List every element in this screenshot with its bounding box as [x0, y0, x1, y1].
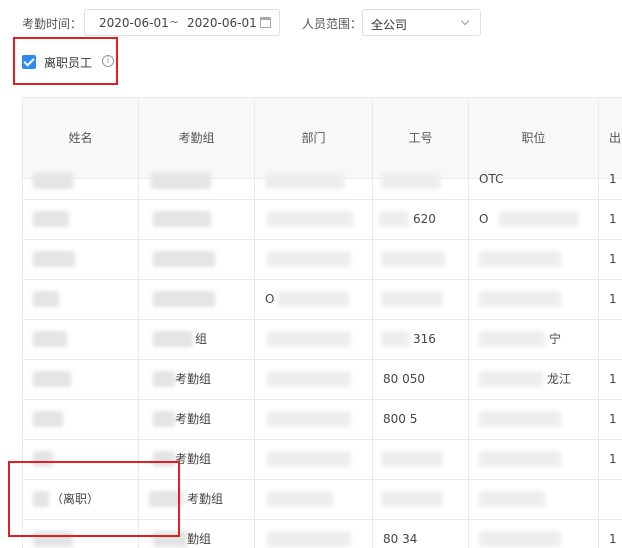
cell-name — [23, 519, 139, 548]
cell-id — [373, 439, 469, 479]
cell-name — [23, 439, 139, 479]
cell-id — [373, 159, 469, 199]
date-end[interactable]: 2020-06-01 — [187, 16, 257, 30]
cell-dept — [255, 359, 373, 399]
cell-group: 组 — [139, 319, 255, 359]
cell-id: 800 5 — [373, 399, 469, 439]
cell-last: 1 — [599, 199, 622, 239]
cell-group: 考勤组 — [139, 479, 255, 519]
cell-group: 考勤组 — [139, 399, 255, 439]
table-row[interactable]: OTC 1 — [23, 159, 622, 200]
cell-id — [373, 239, 469, 279]
cell-dept — [255, 159, 373, 199]
cell-id: 620 — [373, 199, 469, 239]
cell-position — [469, 439, 599, 479]
cell-name — [23, 319, 139, 359]
date-start[interactable]: 2020-06-01 — [99, 16, 169, 30]
table-row[interactable]: 勤组 80 34 1 — [23, 519, 622, 548]
cell-dept — [255, 439, 373, 479]
cell-name — [23, 359, 139, 399]
cell-id: 316 — [373, 319, 469, 359]
scope-label: 人员范围： — [302, 17, 363, 31]
filter-bar: 考勤时间： 2020-06-01 ~ 2020-06-01 人员范围： 全公司 — [0, 0, 622, 48]
table-row[interactable]: 考勤组 800 5 1 — [23, 399, 622, 440]
table-row[interactable]: 组 316 宁 — [23, 319, 622, 360]
cell-dept — [255, 399, 373, 439]
cell-group — [139, 199, 255, 239]
cell-name — [23, 279, 139, 319]
cell-dept — [255, 319, 373, 359]
resigned-checkbox[interactable] — [22, 55, 36, 69]
cell-group: 考勤组 — [139, 359, 255, 399]
cell-dept: O — [255, 279, 373, 319]
scope-select[interactable]: 全公司 — [362, 9, 481, 36]
date-range-picker[interactable]: 2020-06-01 ~ 2020-06-01 — [84, 9, 280, 36]
cell-id — [373, 479, 469, 519]
cell-position — [469, 399, 599, 439]
cell-dept — [255, 239, 373, 279]
cell-position — [469, 239, 599, 279]
cell-id: 80 34 — [373, 519, 469, 548]
cell-position: 宁 — [469, 319, 599, 359]
cell-dept — [255, 479, 373, 519]
cell-group: 勤组 — [139, 519, 255, 548]
table-row[interactable]: 考勤组 1 — [23, 439, 622, 480]
table-row[interactable]: 1 — [23, 239, 622, 280]
attendance-table: 姓名 考勤组 部门 工号 职位 出 OTC 1 620 O 1 1 O 1 组 … — [22, 97, 622, 548]
cell-group: 考勤组 — [139, 439, 255, 479]
cell-dept — [255, 199, 373, 239]
cell-last: 1 — [599, 239, 622, 279]
cell-name — [23, 159, 139, 199]
cell-position: 龙江 — [469, 359, 599, 399]
calendar-icon[interactable] — [260, 17, 271, 28]
table-row-resigned[interactable]: （离职） 考勤组 — [23, 479, 622, 520]
cell-name: （离职） — [23, 479, 139, 519]
resigned-label[interactable]: 离职员工 — [44, 54, 92, 71]
cell-group — [139, 159, 255, 199]
date-separator: ~ — [169, 15, 180, 29]
table-row[interactable]: O 1 — [23, 279, 622, 320]
cell-position: OTC — [469, 159, 599, 199]
cell-name — [23, 399, 139, 439]
info-icon[interactable]: i — [102, 55, 114, 67]
cell-position — [469, 519, 599, 548]
cell-last: 1 — [599, 279, 622, 319]
cell-last: 1 — [599, 159, 622, 199]
cell-position: O — [469, 199, 599, 239]
cell-dept — [255, 519, 373, 548]
cell-last — [599, 319, 622, 359]
cell-last: 1 — [599, 359, 622, 399]
cell-last: 1 — [599, 439, 622, 479]
table-row[interactable]: 考勤组 80 050 龙江 1 — [23, 359, 622, 400]
cell-last: 1 — [599, 519, 622, 548]
cell-position — [469, 279, 599, 319]
cell-group — [139, 279, 255, 319]
cell-position — [469, 479, 599, 519]
chevron-down-icon[interactable] — [460, 16, 470, 26]
time-label: 考勤时间： — [22, 17, 83, 31]
cell-id: 80 050 — [373, 359, 469, 399]
cell-group — [139, 239, 255, 279]
scope-value: 全公司 — [371, 18, 408, 32]
cell-id — [373, 279, 469, 319]
cell-last: 1 — [599, 399, 622, 439]
cell-name — [23, 239, 139, 279]
cell-last — [599, 479, 622, 519]
table-row[interactable]: 620 O 1 — [23, 199, 622, 240]
cell-name — [23, 199, 139, 239]
